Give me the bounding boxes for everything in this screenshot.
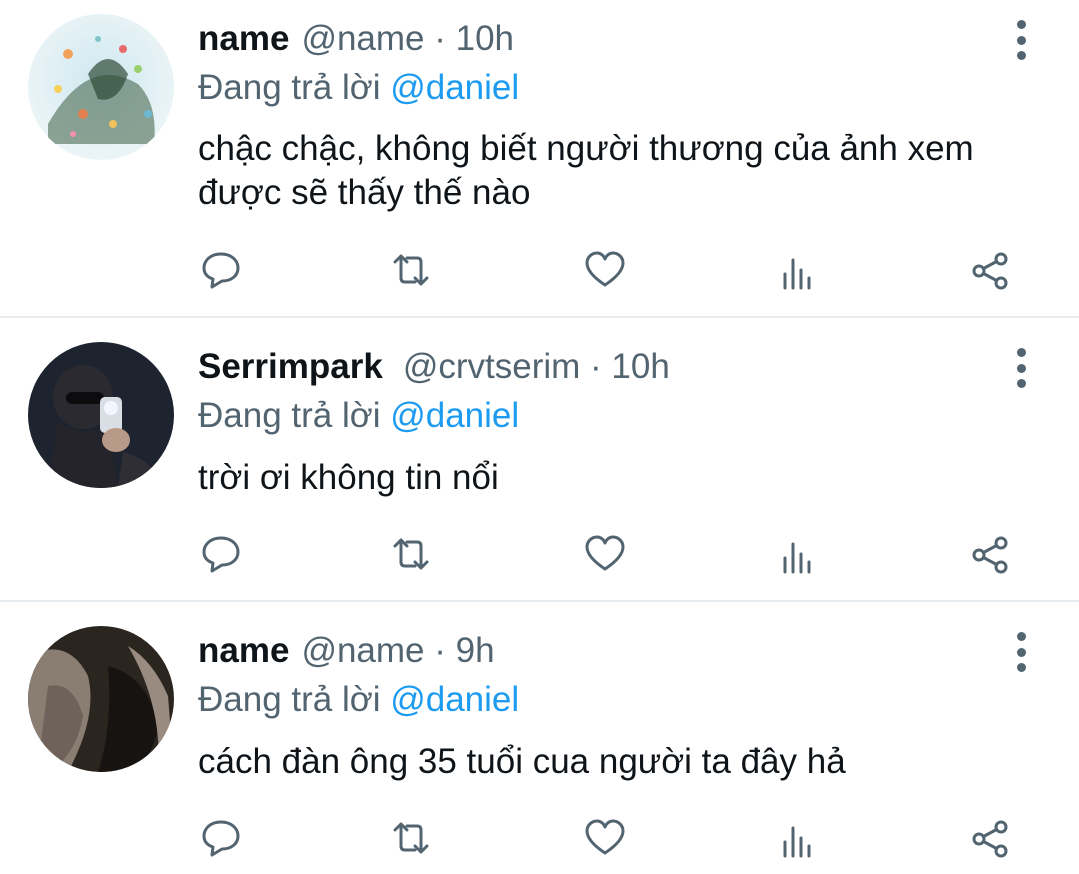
reply-button[interactable] bbox=[197, 814, 245, 862]
retweet-button[interactable] bbox=[387, 530, 435, 578]
tweet-text: trời ơi không tin nổi bbox=[198, 458, 499, 497]
dot-icon bbox=[1016, 363, 1026, 373]
avatar[interactable] bbox=[28, 626, 174, 772]
reply-button[interactable] bbox=[197, 246, 245, 294]
more-options-button[interactable] bbox=[1004, 16, 1038, 64]
share-button[interactable] bbox=[966, 531, 1014, 579]
dot-icon bbox=[1016, 647, 1026, 657]
reply-mention-link[interactable]: @daniel bbox=[390, 396, 519, 435]
share-button[interactable] bbox=[966, 247, 1014, 295]
avatar-aquarium-image bbox=[28, 14, 174, 160]
more-options-button[interactable] bbox=[1004, 344, 1038, 392]
tweet[interactable]: name @name · 9h Đang trả lời @daniel các… bbox=[0, 602, 1079, 874]
display-name[interactable]: Serrimpark bbox=[198, 345, 383, 389]
reply-icon bbox=[202, 252, 240, 289]
reply-mention-link[interactable]: @daniel bbox=[390, 680, 519, 719]
like-icon bbox=[585, 819, 625, 855]
dot-icon bbox=[1016, 35, 1026, 45]
reply-prefix: Đang trả lời bbox=[198, 68, 381, 107]
avatar-dark-photo-image bbox=[28, 626, 174, 772]
reply-prefix: Đang trả lời bbox=[198, 680, 381, 719]
dot-icon bbox=[1016, 663, 1026, 672]
share-icon bbox=[972, 252, 1008, 290]
like-button[interactable] bbox=[581, 246, 629, 294]
avatar[interactable] bbox=[28, 342, 174, 488]
dot-icon bbox=[1016, 20, 1026, 29]
retweet-button[interactable] bbox=[387, 814, 435, 862]
like-icon bbox=[585, 535, 625, 571]
reply-button[interactable] bbox=[197, 530, 245, 578]
like-button[interactable] bbox=[581, 814, 629, 862]
dot-icon bbox=[1016, 51, 1026, 60]
dot-icon bbox=[1016, 348, 1026, 357]
reply-context: Đang trả lời @daniel bbox=[198, 394, 519, 438]
handle-and-timestamp: @name · 9h bbox=[301, 631, 495, 670]
like-button[interactable] bbox=[581, 530, 629, 578]
avatar-mirror-selfie-image bbox=[28, 342, 174, 488]
reply-context: Đang trả lời @daniel bbox=[198, 66, 519, 110]
analytics-button[interactable] bbox=[773, 534, 821, 582]
tweet[interactable]: Serrimpark @crvtserim · 10h Đang trả lời… bbox=[0, 318, 1079, 600]
reply-icon bbox=[202, 536, 240, 573]
tweet-text: chậc chậc, không biết người thương của ả… bbox=[198, 129, 974, 212]
analytics-icon bbox=[783, 258, 811, 290]
reply-prefix: Đang trả lời bbox=[198, 396, 381, 435]
more-options-button[interactable] bbox=[1004, 628, 1038, 676]
retweet-button[interactable] bbox=[387, 246, 435, 294]
dot-icon bbox=[1016, 379, 1026, 388]
reply-context: Đang trả lời @daniel bbox=[198, 678, 519, 722]
display-name[interactable]: name bbox=[198, 629, 289, 673]
analytics-icon bbox=[783, 542, 811, 574]
analytics-button[interactable] bbox=[773, 250, 821, 298]
retweet-icon bbox=[393, 538, 429, 570]
dot-icon bbox=[1016, 632, 1026, 641]
handle-and-timestamp: @name · 10h bbox=[301, 19, 515, 58]
retweet-icon bbox=[393, 254, 429, 286]
reply-mention-link[interactable]: @daniel bbox=[390, 68, 519, 107]
like-icon bbox=[585, 251, 625, 287]
share-icon bbox=[972, 536, 1008, 574]
display-name[interactable]: name bbox=[198, 17, 289, 61]
reply-icon bbox=[202, 820, 240, 857]
retweet-icon bbox=[393, 822, 429, 854]
analytics-icon bbox=[783, 826, 811, 858]
share-button[interactable] bbox=[966, 815, 1014, 863]
reply-feed: name @name · 10h Đang trả lời @daniel ch… bbox=[0, 0, 1079, 874]
tweet-text: cách đàn ông 35 tuổi cua người ta đây hả bbox=[198, 742, 846, 781]
analytics-button[interactable] bbox=[773, 818, 821, 866]
avatar[interactable] bbox=[28, 14, 174, 160]
handle-and-timestamp: @crvtserim · 10h bbox=[402, 347, 670, 386]
share-icon bbox=[972, 820, 1008, 858]
tweet[interactable]: name @name · 10h Đang trả lời @daniel ch… bbox=[0, 0, 1079, 316]
